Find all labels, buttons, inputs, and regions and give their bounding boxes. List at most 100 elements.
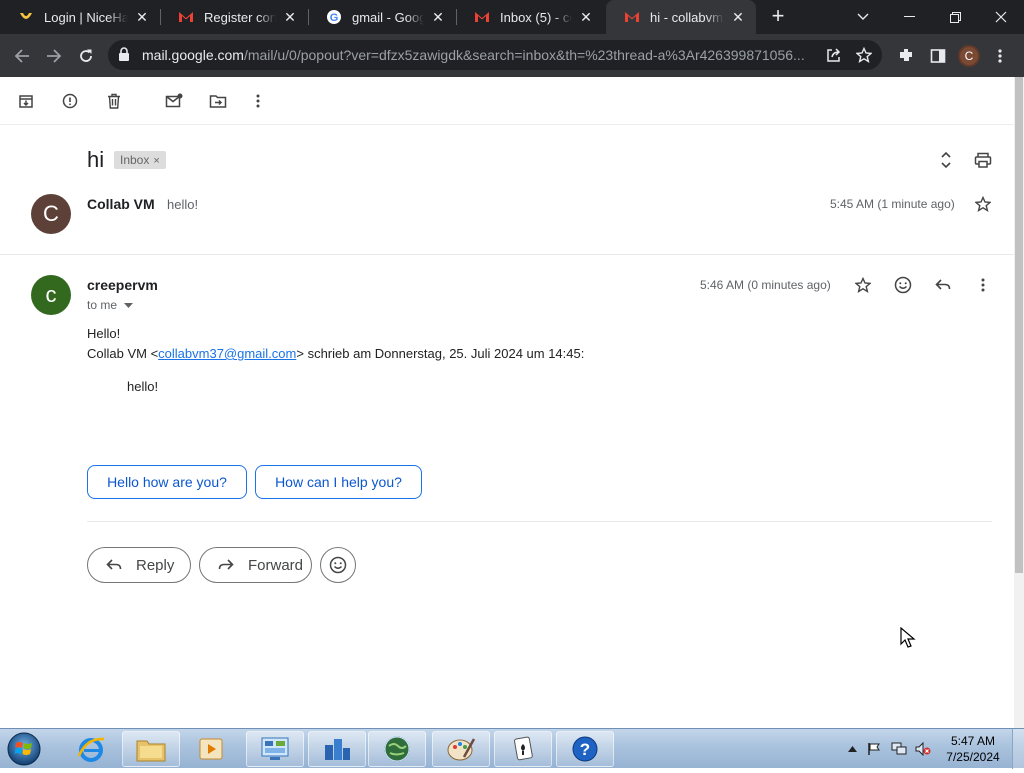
message-divider: [0, 254, 1014, 255]
recipient-details[interactable]: to me: [87, 298, 134, 312]
tab-register[interactable]: Register confirmation ✕: [160, 0, 308, 34]
reply-icon[interactable]: [933, 275, 953, 295]
inbox-label-chip[interactable]: Inbox ×: [114, 151, 166, 169]
tab-title: gmail - Google Search: [352, 9, 424, 25]
quote-attribution: Collab VM <collabvm37@gmail.com> schrieb…: [87, 346, 584, 361]
tab-title: Login | NiceHash: [44, 9, 128, 25]
start-button[interactable]: [4, 730, 46, 768]
forward-button[interactable]: Forward: [199, 547, 312, 583]
page-scrollbar[interactable]: [1014, 77, 1024, 728]
emoji-reply-button[interactable]: [320, 547, 356, 583]
tab-hi-collabvm[interactable]: hi - collabvm37 ✕: [606, 0, 756, 34]
extensions-icon[interactable]: [892, 42, 920, 70]
chevron-down-icon[interactable]: [124, 298, 134, 312]
sender-avatar: C: [31, 194, 71, 234]
paint-icon[interactable]: [432, 731, 490, 767]
restore-button[interactable]: [932, 0, 978, 34]
url-host: mail.google.com: [142, 47, 244, 63]
nicehash-icon: [18, 9, 34, 25]
close-window-button[interactable]: [978, 0, 1024, 34]
smart-reply-1[interactable]: Hello how are you?: [87, 465, 247, 499]
forward-label: Forward: [248, 556, 304, 574]
tab-inbox[interactable]: Inbox (5) - collabvm37 ✕: [456, 0, 604, 34]
chrome-menu-icon[interactable]: [986, 42, 1014, 70]
clock-date: 7/25/2024: [946, 750, 1000, 764]
gmail-icon: [624, 9, 640, 25]
internet-explorer-icon[interactable]: [62, 731, 120, 767]
emoji-reaction-icon[interactable]: [893, 275, 913, 295]
action-center-flag-icon[interactable]: [866, 741, 882, 757]
gmail-icon: [474, 9, 490, 25]
forward-icon: [218, 558, 234, 572]
side-panel-icon[interactable]: [924, 42, 952, 70]
browser-tab-strip: Login | NiceHash ✕ Register confirmation…: [0, 0, 1024, 34]
close-tab-icon[interactable]: ✕: [730, 9, 746, 25]
control-panel-icon[interactable]: [246, 731, 304, 767]
volume-muted-icon[interactable]: [915, 741, 931, 757]
help-icon[interactable]: ?: [556, 731, 614, 767]
profile-avatar[interactable]: C: [955, 42, 983, 70]
windows-taskbar: ? 5:47 AM 7/25/2024: [0, 728, 1024, 769]
address-bar[interactable]: mail.google.com/mail/u/0/popout?ver=dfzx…: [108, 40, 882, 70]
tab-title: hi - collabvm37: [650, 9, 724, 25]
tab-nicehash[interactable]: Login | NiceHash ✕: [0, 0, 160, 34]
show-hidden-icons-icon[interactable]: [844, 741, 860, 757]
print-icon[interactable]: [973, 150, 993, 170]
browser-toolbar: mail.google.com/mail/u/0/popout?ver=dfzx…: [0, 34, 1024, 77]
message-date: 5:46 AM (0 minutes ago): [700, 278, 831, 292]
close-tab-icon[interactable]: ✕: [430, 9, 446, 25]
close-tab-icon[interactable]: ✕: [282, 9, 298, 25]
network-app-icon[interactable]: [308, 731, 366, 767]
message-more-icon[interactable]: [973, 275, 993, 295]
tab-title: Inbox (5) - collabvm37: [500, 9, 572, 25]
share-icon[interactable]: [820, 41, 848, 69]
scrollbar-thumb[interactable]: [1015, 77, 1023, 573]
sender-avatar: c: [31, 275, 71, 315]
tab-google-search[interactable]: G gmail - Google Search ✕: [308, 0, 456, 34]
network-icon[interactable]: [891, 741, 907, 757]
profile-initial: C: [958, 45, 980, 67]
remove-label-icon[interactable]: ×: [153, 155, 159, 167]
star-icon[interactable]: [853, 275, 873, 295]
clock-time: 5:47 AM: [950, 734, 996, 748]
report-spam-icon[interactable]: [59, 90, 81, 112]
svg-text:?: ?: [580, 740, 590, 759]
expand-all-icon[interactable]: [936, 150, 956, 170]
minimize-button[interactable]: [886, 0, 932, 34]
mouse-cursor-icon: [900, 626, 916, 654]
forward-arrow-icon[interactable]: [40, 42, 68, 70]
mark-unread-icon[interactable]: [163, 90, 185, 112]
reload-icon[interactable]: [72, 42, 100, 70]
back-arrow-icon[interactable]: [8, 42, 36, 70]
star-icon[interactable]: [973, 194, 993, 214]
message-date: 5:45 AM (1 minute ago): [830, 197, 955, 211]
globe-app-icon[interactable]: [368, 731, 426, 767]
move-to-icon[interactable]: [207, 90, 229, 112]
reply-button[interactable]: Reply: [87, 547, 191, 583]
file-explorer-icon[interactable]: [122, 731, 180, 767]
lock-icon: [118, 47, 130, 67]
close-tab-icon[interactable]: ✕: [134, 9, 150, 25]
show-desktop-button[interactable]: [1012, 729, 1024, 769]
reply-icon: [106, 558, 122, 572]
more-actions-icon[interactable]: [247, 90, 269, 112]
system-clock[interactable]: 5:47 AM 7/25/2024: [936, 733, 1010, 765]
quote-suffix: > schrieb am Donnerstag, 25. Juli 2024 u…: [296, 346, 585, 361]
solitaire-icon[interactable]: [494, 731, 552, 767]
smart-reply-2[interactable]: How can I help you?: [255, 465, 422, 499]
bookmark-star-icon[interactable]: [850, 41, 878, 69]
message-snippet: hello!: [167, 197, 199, 212]
new-tab-button[interactable]: +: [766, 5, 790, 29]
google-icon: G: [326, 9, 342, 25]
email-subject: hi: [87, 147, 105, 172]
archive-icon[interactable]: [15, 90, 37, 112]
close-tab-icon[interactable]: ✕: [578, 9, 594, 25]
quoted-text: hello!: [127, 379, 159, 394]
media-player-icon[interactable]: [182, 731, 240, 767]
gmail-thread-view: hi Inbox × C Collab VM hello! 5:45 AM (1 …: [0, 77, 1024, 728]
tab-search-chevron-icon[interactable]: [840, 0, 886, 34]
message-body-line: Hello!: [87, 326, 121, 341]
quote-email-link[interactable]: collabvm37@gmail.com: [158, 346, 296, 361]
delete-icon[interactable]: [103, 90, 125, 112]
url-text: mail.google.com/mail/u/0/popout?ver=dfzx…: [142, 47, 814, 63]
